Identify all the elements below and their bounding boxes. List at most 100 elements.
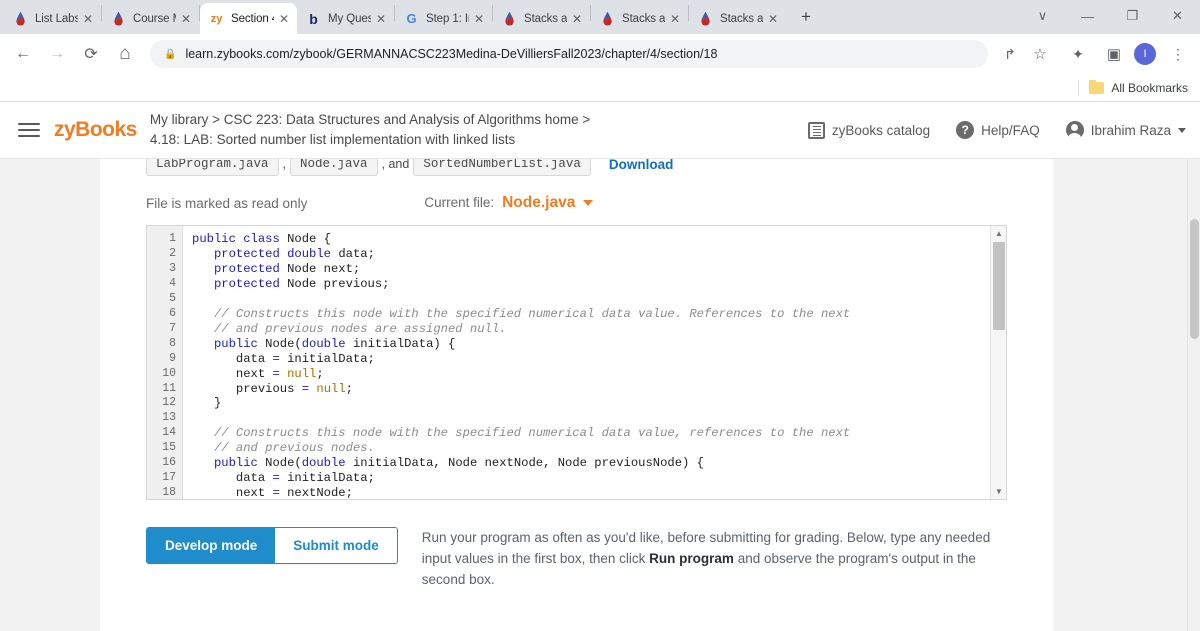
user-menu[interactable]: Ibrahim Raza (1065, 121, 1186, 139)
tab-list: List Labs ✕ Course Mo ✕ zy Section 4.1 ✕… (4, 0, 820, 34)
line-number: 8 (169, 336, 176, 350)
line-number: 9 (169, 351, 176, 365)
reload-icon[interactable]: ⟳ (76, 39, 106, 69)
lab-files-row: LabProgram.java , Node.java , and Sorted… (146, 159, 1007, 178)
files-separator-1: , (282, 159, 287, 171)
browser-tab-6[interactable]: Stacks and ✕ (591, 3, 688, 34)
browser-tab-0[interactable]: List Labs ✕ (4, 3, 101, 34)
bookmarks-divider (1078, 79, 1080, 96)
forward-icon[interactable]: → (42, 39, 72, 69)
tab-title: Course Mo (133, 12, 176, 25)
scroll-up-arrow-icon[interactable]: ▲ (991, 226, 1006, 241)
line-number: 11 (162, 381, 176, 395)
chevron-down-icon (1178, 127, 1186, 133)
browser-tab-2-active[interactable]: zy Section 4.1 ✕ (200, 3, 297, 34)
develop-mode-button[interactable]: Develop mode (147, 528, 276, 563)
zybooks-header: zyBooks My library > CSC 223: Data Struc… (0, 102, 1200, 159)
browser-tab-4[interactable]: G Step 1: Ins ✕ (395, 3, 492, 34)
close-icon[interactable]: ✕ (668, 12, 682, 26)
close-icon[interactable]: ✕ (570, 12, 584, 26)
breadcrumb-line-2: 4.18: LAB: Sorted number list implementa… (149, 132, 516, 147)
question-mark-icon: ? (956, 121, 975, 139)
download-link[interactable]: Download (609, 159, 674, 172)
tab-title: Section 4.1 (231, 12, 274, 25)
close-icon[interactable]: ✕ (472, 12, 486, 26)
minimize-icon[interactable]: — (1065, 0, 1110, 32)
home-icon[interactable]: ⌂ (110, 39, 140, 69)
droplet-icon (600, 11, 615, 26)
lab-content-card: LabProgram.java , Node.java , and Sorted… (100, 159, 1053, 631)
line-number: 1 (169, 232, 176, 245)
readonly-notice: File is marked as read only (146, 195, 308, 211)
zybooks-catalog-link[interactable]: zyBooks catalog (807, 121, 931, 139)
editor-scrollbar[interactable]: ▲ ▼ (990, 226, 1006, 499)
breadcrumb: My library > CSC 223: Data Structures an… (150, 110, 590, 150)
tab-title: Stacks and (524, 12, 567, 25)
file-chip-node[interactable]: Node.java (290, 159, 378, 176)
browser-tab-1[interactable]: Course Mo ✕ (102, 3, 199, 34)
tab-title: Stacks and (720, 12, 763, 25)
close-icon[interactable]: ✕ (277, 12, 291, 26)
browser-tab-5[interactable]: Stacks and ✕ (493, 3, 590, 34)
browser-tab-strip: List Labs ✕ Course Mo ✕ zy Section 4.1 ✕… (0, 0, 1200, 34)
close-icon[interactable]: ✕ (766, 12, 780, 26)
url-text: learn.zybooks.com/zybook/GERMANNACSC223M… (185, 47, 718, 61)
line-number-gutter: 1 2 3 4 5 6 7 8 9 10 11 12 13 14 15 16 1 (147, 226, 183, 499)
address-bar[interactable]: 🔒 learn.zybooks.com/zybook/GERMANNACSC22… (150, 40, 988, 68)
window-close-icon[interactable]: ✕ (1155, 0, 1200, 32)
droplet-icon (698, 11, 713, 26)
all-bookmarks-label[interactable]: All Bookmarks (1111, 81, 1188, 95)
line-number: 13 (162, 411, 176, 425)
mode-row: Develop mode Submit mode Run your progra… (146, 500, 1007, 590)
zybooks-logo[interactable]: zyBooks (54, 118, 137, 142)
tab-title: My Questi (328, 12, 371, 25)
file-chip-sortednumberlist[interactable]: SortedNumberList.java (413, 159, 591, 176)
browser-menu-icon[interactable]: ⋮ (1164, 40, 1192, 68)
back-icon[interactable]: ← (8, 39, 38, 69)
new-tab-button[interactable]: + (792, 3, 820, 31)
close-icon[interactable]: ✕ (81, 12, 95, 26)
submit-mode-button[interactable]: Submit mode (275, 528, 397, 563)
share-icon[interactable]: ↱ (996, 40, 1024, 68)
current-file-selector[interactable]: Current file: Node.java (424, 194, 594, 212)
person-icon (1065, 121, 1084, 139)
tab-title: Step 1: Ins (426, 12, 469, 25)
editor-header-bar: File is marked as read only Current file… (146, 178, 1007, 225)
page-scrollbar[interactable] (1187, 159, 1200, 631)
extensions-puzzle-icon[interactable]: ✦ (1064, 40, 1092, 68)
help-faq-link[interactable]: ? Help/FAQ (956, 121, 1040, 139)
line-number: 16 (162, 456, 176, 470)
lab-inner: LabProgram.java , Node.java , and Sorted… (100, 159, 1053, 590)
droplet-icon (111, 11, 126, 26)
scroll-down-arrow-icon[interactable]: ▼ (991, 484, 1006, 499)
bookmark-star-icon[interactable]: ☆ (1026, 40, 1054, 68)
chevron-down-icon (583, 200, 594, 206)
close-icon[interactable]: ✕ (374, 12, 388, 26)
code-text[interactable]: public class Node { protected double dat… (183, 226, 1006, 499)
close-icon[interactable]: ✕ (179, 12, 193, 26)
maximize-icon[interactable]: ❐ (1110, 0, 1155, 32)
hamburger-menu-icon[interactable] (18, 119, 40, 141)
header-actions: zyBooks catalog ? Help/FAQ Ibrahim Raza (782, 121, 1186, 139)
line-number: 6 (169, 306, 176, 320)
help-label: Help/FAQ (981, 122, 1040, 138)
editor-scrollbar-thumb[interactable] (993, 242, 1005, 330)
page-scrollbar-thumb[interactable] (1190, 219, 1199, 339)
tab-search-icon[interactable]: ∨ (1020, 0, 1065, 32)
profile-avatar[interactable]: I (1134, 43, 1156, 65)
browser-tab-3[interactable]: b My Questi ✕ (297, 3, 394, 34)
breadcrumb-line-1[interactable]: My library > CSC 223: Data Structures an… (150, 110, 590, 130)
line-number: 12 (162, 396, 176, 410)
line-number: 17 (162, 471, 176, 485)
file-chip-labprogram[interactable]: LabProgram.java (146, 159, 279, 176)
tab-title: Stacks and (622, 12, 665, 25)
line-number: 7 (169, 321, 176, 335)
code-editor[interactable]: 1 2 3 4 5 6 7 8 9 10 11 12 13 14 15 16 1 (146, 225, 1007, 500)
brainly-icon: b (309, 10, 318, 27)
mode-toggle-group: Develop mode Submit mode (146, 527, 398, 564)
catalog-label: zyBooks catalog (831, 122, 931, 138)
line-number: 3 (169, 261, 176, 275)
side-panel-icon[interactable]: ▣ (1100, 40, 1128, 68)
browser-tab-7[interactable]: Stacks and ✕ (689, 3, 786, 34)
browser-toolbar: ← → ⟳ ⌂ 🔒 learn.zybooks.com/zybook/GERMA… (0, 34, 1200, 74)
